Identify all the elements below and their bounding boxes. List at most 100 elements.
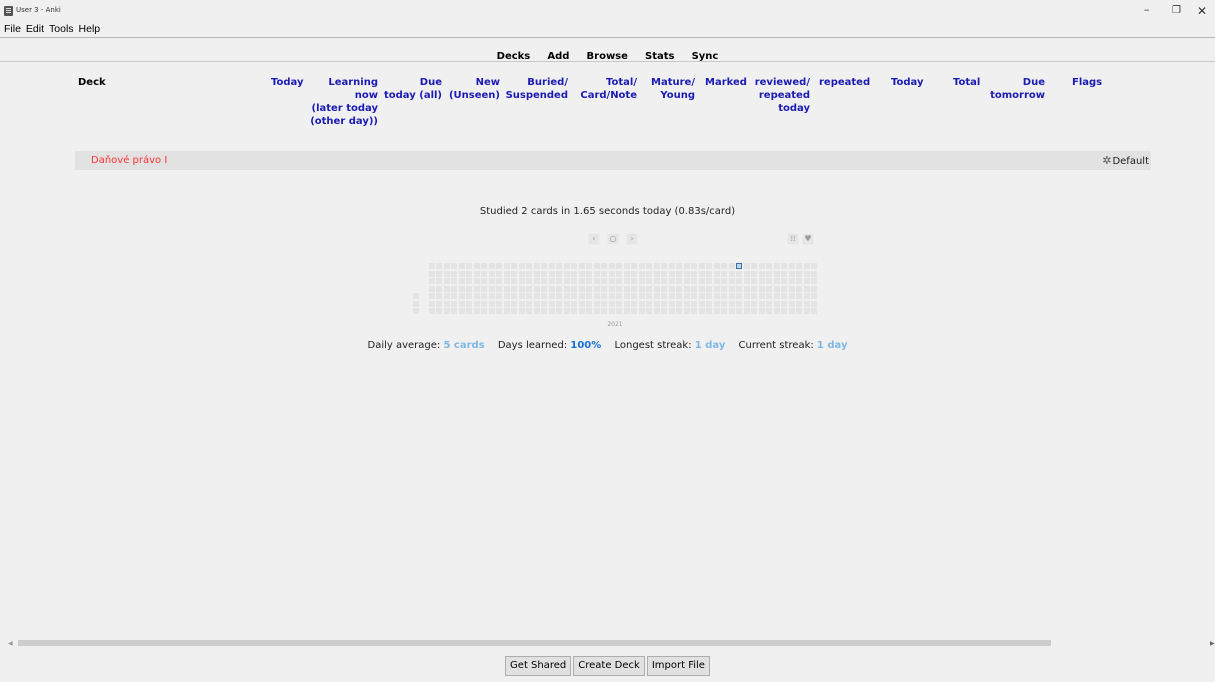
heatmap-day-cell	[638, 270, 645, 277]
col-header-mature-line2: Young	[660, 90, 695, 101]
col-header-total[interactable]: Total/ Card/Note	[573, 76, 637, 102]
heatmap-day-cell	[698, 263, 705, 269]
heatmap-day-cell	[751, 300, 757, 307]
horizontal-scrollbar[interactable]: ◀ ▶	[0, 637, 1215, 649]
menu-file[interactable]: File	[4, 23, 21, 37]
heatmap-day-cell	[436, 278, 442, 284]
heatmap-day-cell	[451, 263, 457, 269]
heatmap-day-cell	[683, 278, 690, 284]
toolbar-divider	[0, 61, 1215, 62]
heatmap-day-cell	[638, 285, 645, 292]
col-header-repeated[interactable]: repeated	[819, 76, 870, 89]
heatmap-today-button[interactable]: ○	[607, 233, 619, 245]
scrollbar-thumb[interactable]	[18, 640, 1051, 646]
heatmap-day-cell	[796, 293, 802, 299]
heatmap-heart-icon[interactable]: ♥	[802, 233, 814, 245]
import-file-button[interactable]: Import File	[646, 656, 710, 676]
heatmap-day-cell	[646, 300, 652, 307]
menu-tools[interactable]: Tools	[49, 23, 74, 37]
scroll-left-icon[interactable]: ◀	[8, 640, 13, 647]
heatmap-day-cell	[518, 293, 525, 299]
days-learned-label: Days learned:	[497, 340, 568, 351]
close-icon[interactable]: ✕	[1197, 4, 1207, 18]
heatmap-day-cell	[683, 293, 690, 299]
get-shared-button[interactable]: Get Shared	[505, 656, 572, 676]
deck-options-button[interactable]: ✲Default	[1102, 154, 1149, 167]
heatmap-day-cell	[751, 278, 757, 284]
heatmap-day-cell	[646, 263, 652, 269]
heatmap-day-cell	[443, 263, 450, 269]
create-deck-button[interactable]: Create Deck	[573, 656, 645, 676]
col-header-due[interactable]: Due today (all)	[382, 76, 442, 102]
heatmap-day-cell	[503, 308, 510, 314]
heatmap-day-cell	[766, 293, 772, 299]
heatmap-day-cell	[556, 278, 562, 284]
heatmap-day-cell	[811, 263, 817, 269]
heatmap-day-cell	[676, 300, 682, 307]
col-header-mature[interactable]: Mature/ Young	[643, 76, 695, 102]
heatmap-day-cell	[541, 270, 547, 277]
heatmap-day-cell	[586, 293, 592, 299]
heatmap-day-cell	[503, 285, 510, 292]
heatmap-day-cell	[541, 293, 547, 299]
col-header-today-2[interactable]: Today	[891, 76, 923, 89]
col-header-reviewed[interactable]: reviewed/ repeated today	[752, 76, 810, 115]
heatmap-day-cell	[653, 278, 660, 284]
heatmap-day-cell	[668, 263, 675, 269]
maximize-icon[interactable]: ❐	[1172, 5, 1181, 16]
heatmap-day-cell	[721, 293, 727, 299]
title-bar: User 3 - Anki – ❐ ✕	[0, 0, 1215, 22]
heatmap-next-button[interactable]: ›	[626, 233, 638, 245]
heatmap-day-cell	[691, 278, 697, 284]
heatmap-day-cell	[473, 285, 480, 292]
heatmap-day-cell	[638, 308, 645, 314]
heatmap-day-cell	[766, 285, 772, 292]
heatmap-day-cell	[466, 293, 472, 299]
heatmap-day-cell	[736, 308, 742, 314]
heatmap-day-cell	[811, 308, 817, 314]
heatmap-day-cell	[691, 308, 697, 314]
heatmap-day-cell	[706, 293, 712, 299]
heatmap-prev-button[interactable]: ‹	[588, 233, 600, 245]
heatmap-day-cell	[803, 293, 810, 299]
heatmap-day-cell	[548, 308, 555, 314]
scroll-right-icon[interactable]: ▶	[1210, 640, 1215, 647]
col-header-new[interactable]: New (Unseen)	[448, 76, 500, 102]
heatmap-day-cell	[706, 285, 712, 292]
menu-bar: File Edit Tools Help	[0, 23, 100, 37]
col-header-total-2[interactable]: Total	[953, 76, 980, 89]
heatmap-day-cell	[721, 270, 727, 277]
heatmap-day-cell	[773, 270, 780, 277]
heatmap-day-cell	[788, 263, 795, 269]
deck-row[interactable]: Daňové právo I ✲Default	[75, 151, 1151, 170]
heatmap-day-cell	[668, 285, 675, 292]
heatmap-day-cell	[706, 308, 712, 314]
col-header-learning[interactable]: Learning now (later today (other day))	[300, 76, 378, 128]
col-header-due-tomorrow-line1: Due	[1022, 77, 1045, 88]
heatmap-day-cell	[766, 278, 772, 284]
heatmap-day-cell	[638, 293, 645, 299]
col-header-buried[interactable]: Buried/ Suspended	[505, 76, 568, 102]
heatmap-day-cell	[668, 270, 675, 277]
col-header-deck[interactable]: Deck	[78, 76, 106, 89]
col-header-flags[interactable]: Flags	[1072, 76, 1102, 89]
heatmap-day-cell	[698, 278, 705, 284]
heatmap-day-cell	[488, 278, 495, 284]
heatmap-day-cell	[811, 293, 817, 299]
heatmap-day-cell	[623, 300, 630, 307]
col-header-today[interactable]: Today	[271, 76, 303, 89]
col-header-due-tomorrow[interactable]: Due tomorrow	[990, 76, 1045, 102]
heatmap-day-cell	[593, 263, 600, 269]
heatmap-day-cell	[661, 300, 667, 307]
heatmap-day-cell	[668, 300, 675, 307]
heatmap-day-cell	[713, 278, 720, 284]
heatmap-options-icon[interactable]: ⁞⁞	[787, 233, 799, 245]
menu-help[interactable]: Help	[79, 23, 101, 37]
minimize-icon[interactable]: –	[1144, 3, 1150, 16]
heatmap-day-cell	[458, 300, 465, 307]
col-header-marked[interactable]: Marked	[705, 76, 747, 89]
deck-name-link[interactable]: Daňové právo I	[91, 155, 167, 166]
heatmap-day-cell	[563, 300, 570, 307]
heatmap-day-cell	[601, 308, 607, 314]
menu-edit[interactable]: Edit	[26, 23, 44, 37]
